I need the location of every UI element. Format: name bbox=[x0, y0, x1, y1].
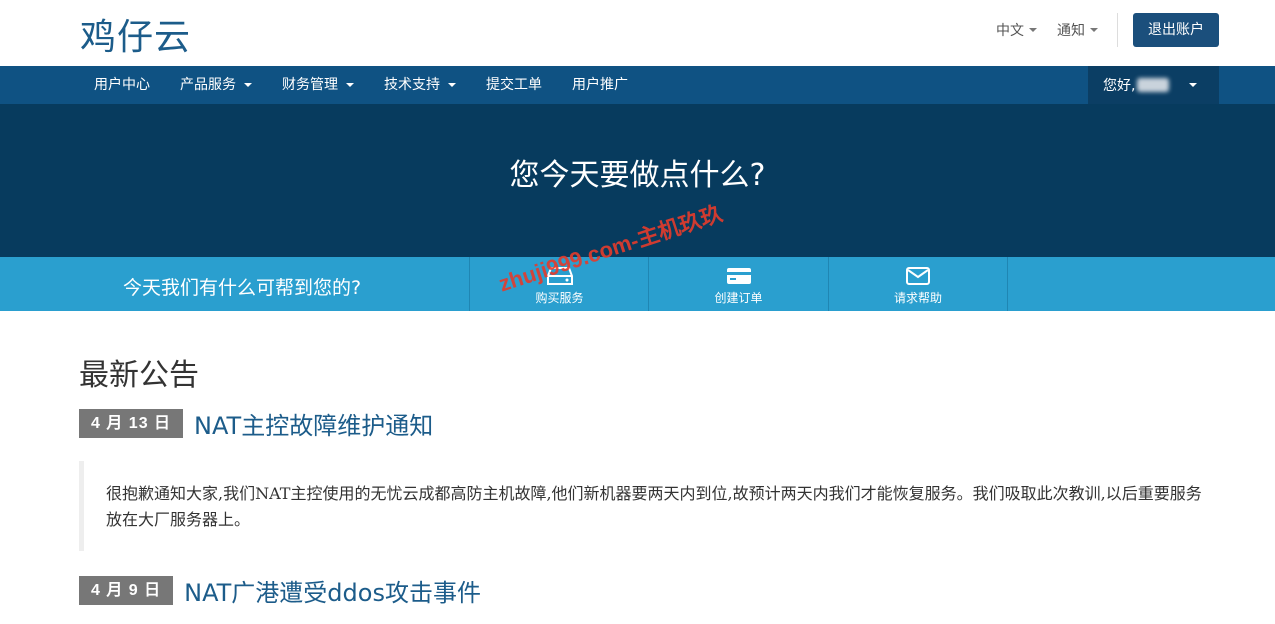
nav-item-label: 产品服务 bbox=[180, 77, 236, 93]
nav-items: 用户中心 产品服务 财务管理 技术支持 提交工单 用户推广 bbox=[79, 66, 643, 104]
action-label: 请求帮助 bbox=[893, 290, 942, 305]
top-links: 中文 通知 退出账户 bbox=[996, 13, 1219, 47]
help-prompt: 今天我们有什么可帮到您的? bbox=[123, 277, 362, 299]
create-order-button[interactable]: 创建订单 bbox=[648, 257, 828, 311]
credit-card-icon bbox=[726, 265, 752, 287]
date-badge: 4 月 13 日 bbox=[79, 409, 184, 438]
chevron-down-icon bbox=[244, 83, 252, 87]
nav-item-label: 技术支持 bbox=[384, 77, 440, 93]
announcement-title-link[interactable]: NAT广港遭受ddos攻击事件 bbox=[184, 573, 481, 608]
chevron-down-icon bbox=[1029, 28, 1037, 32]
nav-item-submit-ticket[interactable]: 提交工单 bbox=[471, 66, 557, 104]
notifications-label: 通知 bbox=[1057, 23, 1085, 39]
nav-item-label: 用户中心 bbox=[94, 77, 150, 93]
nav-item-user-center[interactable]: 用户中心 bbox=[79, 66, 165, 104]
announcement-body: 很抱歉通知大家,我们NAT主控使用的无忧云成都高防主机故障,他们新机器要两天内到… bbox=[79, 461, 1204, 551]
chevron-down-icon bbox=[346, 83, 354, 87]
redacted-username bbox=[1137, 78, 1170, 92]
divider bbox=[1117, 13, 1118, 47]
main-nav: 用户中心 产品服务 财务管理 技术支持 提交工单 用户推广 您好, bbox=[0, 66, 1275, 104]
request-help-button[interactable]: 请求帮助 bbox=[828, 257, 1008, 311]
announcements-heading: 最新公告 bbox=[79, 358, 199, 393]
announcement-header: 4 月 9 日 NAT广港遭受ddos攻击事件 bbox=[79, 573, 481, 608]
date-badge: 4 月 9 日 bbox=[79, 576, 174, 605]
language-dropdown[interactable]: 中文 bbox=[996, 20, 1037, 40]
announcement-header: 4 月 13 日 NAT主控故障维护通知 bbox=[79, 406, 433, 441]
nav-item-affiliates[interactable]: 用户推广 bbox=[557, 66, 643, 104]
announcement-title-link[interactable]: NAT主控故障维护通知 bbox=[194, 406, 433, 441]
logout-button[interactable]: 退出账户 bbox=[1133, 13, 1219, 47]
nav-item-label: 财务管理 bbox=[282, 77, 338, 93]
user-menu-dropdown[interactable]: 您好, bbox=[1088, 66, 1219, 104]
nav-item-label: 用户推广 bbox=[572, 77, 628, 93]
notifications-dropdown[interactable]: 通知 bbox=[1057, 20, 1098, 40]
action-label: 创建订单 bbox=[714, 290, 763, 305]
language-label: 中文 bbox=[996, 23, 1024, 39]
hero-title: 您今天要做点什么? bbox=[509, 158, 766, 193]
nav-item-support[interactable]: 技术支持 bbox=[369, 66, 471, 104]
site-logo[interactable]: 鸡仔云 bbox=[80, 8, 191, 60]
chevron-down-icon bbox=[448, 83, 456, 87]
nav-item-label: 提交工单 bbox=[486, 77, 542, 93]
user-greeting: 您好, bbox=[1103, 78, 1136, 94]
nav-item-billing[interactable]: 财务管理 bbox=[267, 66, 369, 104]
action-label: 购买服务 bbox=[535, 290, 584, 305]
help-bar: 今天我们有什么可帮到您的? 购买服务 创建订单 请求帮助 bbox=[0, 257, 1275, 311]
chevron-down-icon bbox=[1090, 28, 1098, 32]
site-header: 鸡仔云 中文 通知 退出账户 bbox=[0, 0, 1275, 66]
nav-item-products[interactable]: 产品服务 bbox=[165, 66, 267, 104]
envelope-icon bbox=[906, 265, 930, 287]
chevron-down-icon bbox=[1189, 83, 1198, 87]
